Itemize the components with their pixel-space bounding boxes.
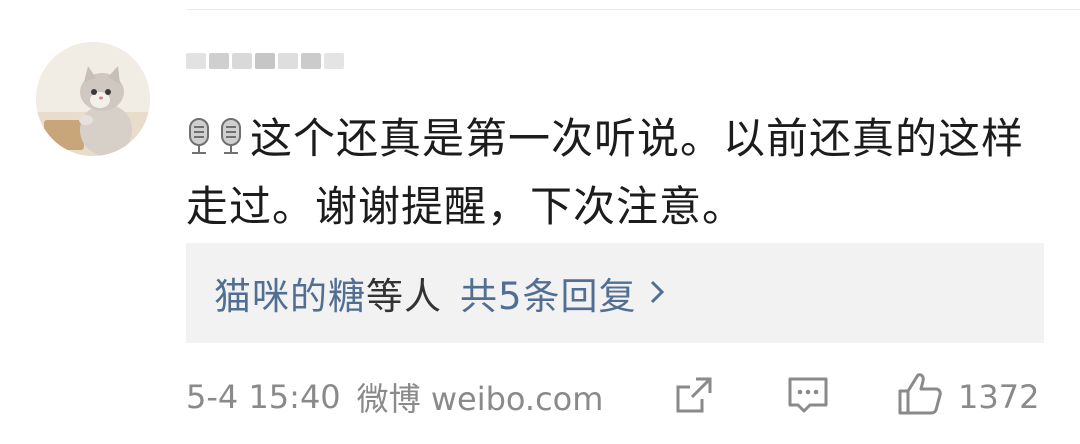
- blur-pixel: [301, 53, 321, 69]
- source-label: 微博 weibo.com: [356, 380, 604, 418]
- like-count: 1372: [958, 378, 1040, 416]
- timestamp: 5-4 15:40: [186, 378, 341, 416]
- comment-body: 这个还真是第一次听说。以前还真的这样走过。谢谢提醒，下次注意。: [186, 107, 1056, 239]
- share-button[interactable]: [672, 368, 716, 426]
- blur-pixel: [209, 53, 229, 69]
- comment-text: 这个还真是第一次听说。以前还真的这样走过。谢谢提醒，下次注意。: [186, 114, 1025, 231]
- chevron-right-icon: [649, 272, 665, 315]
- replies-summary[interactable]: 猫咪的糖 等人 共5条回复: [186, 243, 1044, 343]
- blur-pixel: [186, 53, 206, 69]
- microphone-icon: [218, 111, 244, 175]
- blur-pixel: [278, 53, 298, 69]
- comment-button[interactable]: [786, 368, 830, 426]
- top-divider: [186, 9, 1080, 10]
- blur-pixel: [232, 53, 252, 69]
- blur-pixel: [324, 53, 344, 69]
- comment-icon: [786, 373, 830, 421]
- like-button[interactable]: 1372: [896, 368, 1039, 426]
- thumbs-up-icon: [896, 369, 944, 425]
- reply-suffix: 等人: [366, 275, 442, 318]
- comment-meta: 5-4 15:40 微博 weibo.com: [186, 372, 603, 422]
- blur-pixel: [255, 53, 275, 69]
- username-redacted[interactable]: [186, 38, 344, 84]
- share-icon: [672, 373, 716, 421]
- avatar[interactable]: [36, 42, 150, 156]
- microphone-icon: [186, 111, 212, 175]
- reply-count-link[interactable]: 共5条回复: [460, 266, 637, 320]
- reply-user-link[interactable]: 猫咪的糖: [214, 266, 366, 320]
- cat-avatar-icon: [36, 42, 150, 156]
